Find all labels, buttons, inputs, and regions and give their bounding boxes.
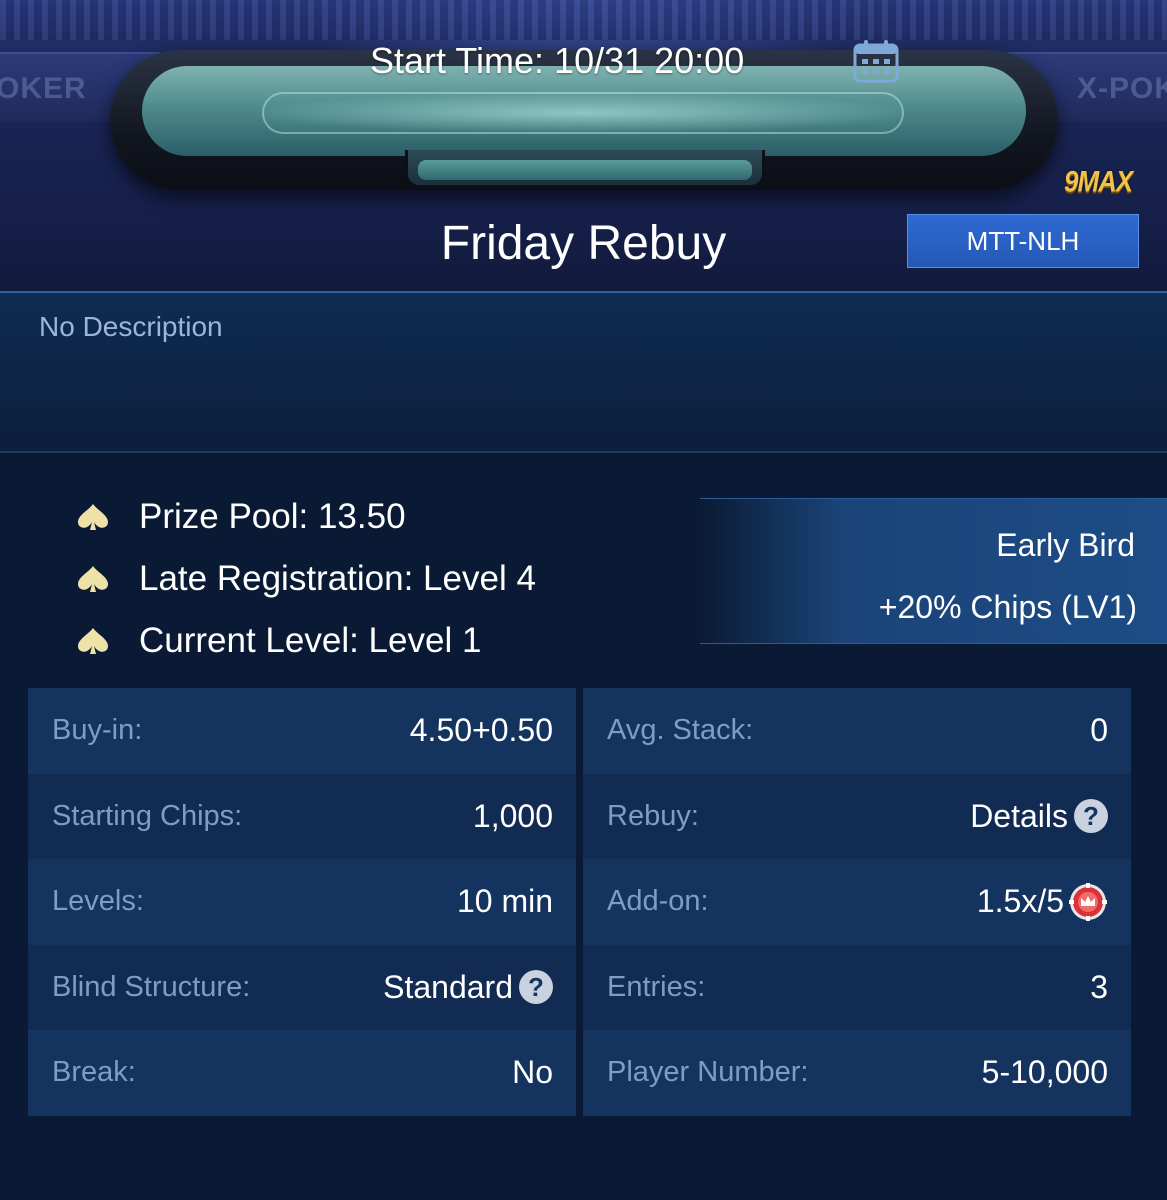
detail-label: Rebuy: xyxy=(607,799,699,832)
detail-label: Starting Chips: xyxy=(52,799,243,832)
detail-value: No xyxy=(512,1054,553,1091)
detail-row-starting-chips: Starting Chips: 1,000 xyxy=(28,773,576,859)
details-grid-left: Buy-in: 4.50+0.50 Starting Chips: 1,000 … xyxy=(28,688,576,1116)
detail-row-avg-stack: Avg. Stack: 0 xyxy=(583,688,1131,774)
help-icon[interactable]: ? xyxy=(1074,799,1108,834)
detail-value: 1,000 xyxy=(472,797,553,834)
detail-value: 4.50+0.50 xyxy=(409,712,553,749)
detail-label: Entries: xyxy=(607,970,706,1003)
detail-row-rebuy[interactable]: Rebuy: Details ? xyxy=(583,773,1131,859)
late-registration-text: Late Registration: Level 4 xyxy=(139,559,536,598)
detail-value[interactable]: Standard ? xyxy=(383,969,553,1006)
detail-row-buy-in: Buy-in: 4.50+0.50 xyxy=(28,688,576,774)
detail-label: Levels: xyxy=(52,885,144,918)
detail-row-player-number: Player Number: 5-10,000 xyxy=(583,1030,1131,1116)
detail-row-blind-structure[interactable]: Blind Structure: Standard ? xyxy=(28,944,576,1030)
arena-wall-text-left: OKER xyxy=(0,72,87,105)
description-panel: No Description xyxy=(0,291,1167,453)
detail-label: Buy-in: xyxy=(52,714,143,747)
prize-pool-text: Prize Pool: 13.50 xyxy=(139,497,406,536)
start-time: Start Time: 10/31 20:00 xyxy=(370,40,745,81)
detail-value: 3 xyxy=(1090,968,1108,1005)
detail-label: Break: xyxy=(52,1056,136,1089)
help-icon[interactable]: ? xyxy=(519,970,553,1005)
description-text: No Description xyxy=(39,311,223,342)
detail-value[interactable]: Details ? xyxy=(970,798,1108,835)
detail-row-add-on: Add-on: 1.5x/5 xyxy=(583,859,1131,945)
detail-row-levels: Levels: 10 min xyxy=(28,859,576,945)
poker-table-dealer-felt xyxy=(418,160,752,180)
detail-label: Player Number: xyxy=(607,1056,809,1089)
info-prize-pool: Prize Pool: 13.50 xyxy=(75,486,536,548)
calendar-icon[interactable] xyxy=(852,38,900,84)
detail-value: 0 xyxy=(1090,712,1108,749)
detail-label: Add-on: xyxy=(607,885,709,918)
detail-row-entries: Entries: 3 xyxy=(583,944,1131,1030)
spade-icon xyxy=(78,566,108,592)
game-type-badge: MTT-NLH xyxy=(907,214,1139,268)
crown-chip-icon xyxy=(1069,882,1107,921)
early-bird-title: Early Bird xyxy=(996,527,1135,563)
detail-value: 1.5x/5 xyxy=(977,882,1108,922)
detail-label: Blind Structure: xyxy=(52,970,251,1003)
arena-wall-text-right: X-POK xyxy=(1076,72,1167,105)
poker-table-betting-line xyxy=(262,92,904,134)
detail-value: 5-10,000 xyxy=(981,1054,1108,1091)
spade-icon xyxy=(78,628,108,654)
tournament-header: OKER X-POK Start Time: 10/31 20:00 9MAX … xyxy=(0,0,1167,292)
info-current-level: Current Level: Level 1 xyxy=(75,610,536,672)
current-level-text: Current Level: Level 1 xyxy=(139,621,482,660)
early-bird-banner: Early Bird +20% Chips (LV1) xyxy=(700,498,1167,644)
early-bird-detail: +20% Chips (LV1) xyxy=(878,589,1137,625)
spade-icon xyxy=(78,504,108,530)
info-late-registration: Late Registration: Level 4 xyxy=(75,548,536,610)
detail-value: 10 min xyxy=(456,883,553,920)
max-players-badge: 9MAX xyxy=(1064,163,1133,199)
detail-row-break: Break: No xyxy=(28,1030,576,1116)
details-grid-right: Avg. Stack: 0 Rebuy: Details ? Add-on: 1… xyxy=(583,688,1131,1116)
crowd-background xyxy=(0,0,1167,40)
tournament-info-list: Prize Pool: 13.50 Late Registration: Lev… xyxy=(75,486,536,672)
detail-label: Avg. Stack: xyxy=(607,714,754,747)
